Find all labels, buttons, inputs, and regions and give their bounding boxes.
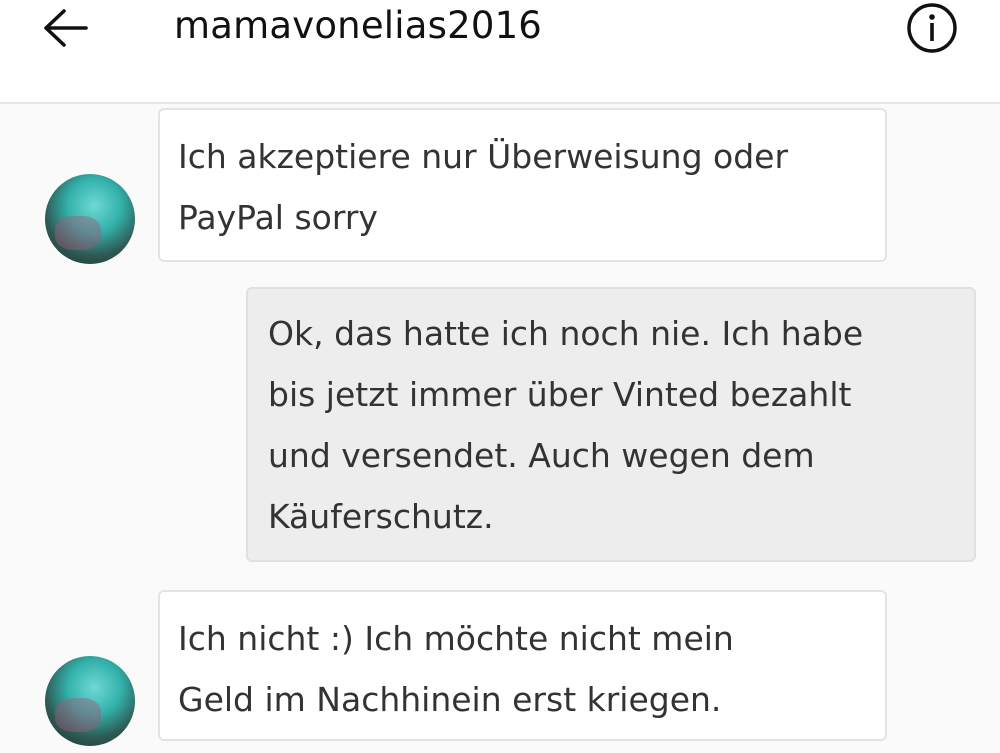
- message-text-line: bis jetzt immer über Vinted bezahlt: [268, 375, 852, 414]
- message-text-line: Geld im Nachhinein erst kriegen.: [178, 680, 722, 719]
- message-text-line: Ok, das hatte ich noch nie. Ich habe: [268, 314, 864, 353]
- conversation-title[interactable]: mamavonelias2016: [174, 1, 542, 51]
- message-text-line: Ich nicht :) Ich möchte nicht mein: [178, 619, 734, 658]
- info-icon: [907, 3, 957, 53]
- message-text-line: und versendet. Auch wegen dem: [268, 436, 815, 475]
- message-bubble-outgoing: Ok, das hatte ich noch nie. Ich habe bis…: [246, 287, 976, 562]
- sender-avatar[interactable]: [45, 174, 135, 264]
- arrow-left-icon: [44, 9, 88, 47]
- conversation-header: mamavonelias2016: [0, 0, 1000, 104]
- sender-avatar[interactable]: [45, 656, 135, 746]
- back-button[interactable]: [30, 0, 100, 56]
- message-text-line: PayPal sorry: [178, 198, 378, 237]
- info-button[interactable]: [900, 2, 964, 54]
- message-text-line: Ich akzeptiere nur Überweisung oder: [178, 137, 789, 176]
- message-text-line: Käuferschutz.: [268, 497, 494, 536]
- message-bubble-incoming: Ich akzeptiere nur Überweisung oder PayP…: [158, 108, 887, 262]
- message-bubble-incoming: Ich nicht :) Ich möchte nicht mein Geld …: [158, 590, 887, 741]
